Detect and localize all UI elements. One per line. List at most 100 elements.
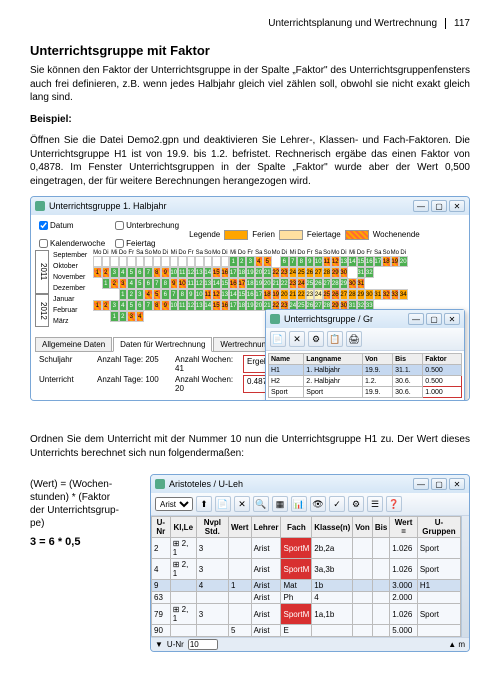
stat-wochen-v2: 20 [175, 384, 184, 393]
table-row[interactable]: 63AristPh42.000 [152, 592, 461, 604]
legend-ferien-swatch [224, 230, 248, 240]
footer-unr-input[interactable] [188, 639, 218, 650]
popup-min[interactable]: — [408, 313, 424, 325]
table-row[interactable]: 941AristMat1b3.000H1 [152, 580, 461, 592]
stat-tage-v1: 205 [145, 355, 158, 364]
tbl-tool-10[interactable]: ☰ [367, 496, 383, 512]
popup-tool-5[interactable]: 🖨 [346, 331, 362, 347]
month-label: März [51, 316, 91, 327]
month-label: Dezember [51, 283, 91, 294]
month-label: November [51, 272, 91, 283]
popup-row[interactable]: H11. Halbjahr19.9.31.1.0.500 [269, 365, 462, 376]
stat-tage-l: Anzahl Tage: [97, 355, 143, 364]
legend-label: Legende [189, 230, 220, 239]
page-number: 117 [445, 18, 470, 29]
year-2012: 2012 [35, 294, 49, 327]
example-paragraph: Öffnen Sie die Datei Demo2.gpn und deakt… [30, 134, 470, 188]
paragraph-3: Ordnen Sie dem Unterricht mit der Nummer… [30, 433, 470, 460]
stat-schuljahr: Schuljahr [39, 355, 89, 373]
tbl-tool-5[interactable]: ▦ [272, 496, 288, 512]
tab-wertrechnung[interactable]: Daten für Wertrechnung [113, 337, 212, 352]
table-row[interactable]: 905AristE5.000 [152, 625, 461, 637]
section-heading: Unterrichtsgruppe mit Faktor [30, 43, 470, 58]
data-table[interactable]: U-NrKl,LeNvpl Std.WertLehrerFachKlasse(n… [151, 516, 461, 637]
formula-2: stunden) * (Faktor [30, 491, 140, 504]
tbl-tool-9[interactable]: ⚙ [348, 496, 364, 512]
unterrichtsgruppe-popup: Unterrichtsgruppe / Gr — ▢ ✕ 📄 ✕ ⚙ 📋 🖨 N… [265, 309, 465, 401]
tbl-icon [155, 479, 165, 489]
tbl-tool-6[interactable]: 📊 [291, 496, 307, 512]
window-title: Unterrichtsgruppe 1. Halbjahr [49, 201, 167, 211]
popup-row[interactable]: H22. Halbjahr1.2.30.6.0.500 [269, 376, 462, 387]
minimize-button[interactable]: — [413, 200, 429, 212]
kw-checkbox[interactable]: Kalenderwoche [39, 239, 105, 248]
tbl-close[interactable]: ✕ [449, 478, 465, 490]
legend-we: Wochenende [373, 230, 420, 239]
stat-tage-v2: 100 [145, 375, 158, 384]
vertical-scrollbar[interactable] [461, 516, 469, 637]
popup-tool-4[interactable]: 📋 [327, 331, 343, 347]
tbl-tool-7[interactable]: 👁 [310, 496, 326, 512]
table-window: Aristoteles / U-Leh — ▢ ✕ Arist ⬆ 📄 ✕ 🔍 … [150, 474, 470, 652]
stat-wochen-l: Anzahl Wochen: [175, 355, 233, 364]
tbl-tool-4[interactable]: 🔍 [253, 496, 269, 512]
month-label: Februar [51, 305, 91, 316]
app-icon [35, 201, 45, 211]
tbl-title: Aristoteles / U-Leh [169, 479, 243, 489]
formula-1: (Wert) = (Wochen- [30, 478, 140, 491]
formula-4: pe) [30, 517, 140, 530]
tab-allgemein[interactable]: Allgemeine Daten [35, 337, 112, 351]
uebertragen-button[interactable]: Übertragen [374, 400, 417, 401]
formula-result: 3 = 6 * 0,5 [30, 536, 140, 548]
tbl-tool-11[interactable]: ❓ [386, 496, 402, 512]
datum-checkbox[interactable]: Datum [39, 221, 105, 230]
year-2011: 2011 [35, 250, 49, 294]
legend-ferien: Ferien [252, 230, 275, 239]
table-row[interactable]: 79⊞ 2, 13AristSportM1a,1b1.026Sport [152, 604, 461, 625]
unterbrechung-checkbox[interactable]: Unterbrechung [115, 221, 179, 230]
tbl-max[interactable]: ▢ [431, 478, 447, 490]
close-button[interactable]: ✕ [449, 200, 465, 212]
popup-icon [270, 314, 280, 324]
stat-wochen-l2: Anzahl Wochen: [175, 375, 233, 384]
tbl-tool-8[interactable]: ✓ [329, 496, 345, 512]
formula-3: der Unterrichtsgrup- [30, 504, 140, 517]
stat-unterricht: Unterricht [39, 375, 89, 393]
footer-counter: ▲ m [448, 640, 465, 649]
popup-tool-3[interactable]: ⚙ [308, 331, 324, 347]
footer-unr-label: U-Nr [167, 640, 184, 649]
legend-we-swatch [345, 230, 369, 240]
tbl-tool-1[interactable]: ⬆ [196, 496, 212, 512]
popup-max[interactable]: ▢ [426, 313, 442, 325]
kw-label: Kalenderwoche [50, 239, 105, 248]
titlebar[interactable]: Unterrichtsgruppe 1. Halbjahr — ▢ ✕ [31, 197, 469, 215]
unterbrechung-label: Unterbrechung [126, 221, 179, 230]
feiertag-checkbox[interactable]: Feiertag [115, 239, 179, 248]
popup-tool-2[interactable]: ✕ [289, 331, 305, 347]
example-label: Beispiel: [30, 113, 470, 127]
popup-row[interactable]: SportSport19.9.30.6.1.000 [269, 387, 462, 398]
legend-feiertage: Feiertage [307, 230, 341, 239]
tbl-tool-2[interactable]: 📄 [215, 496, 231, 512]
table-row[interactable]: 4⊞ 2, 13AristSportM3a,3b1.026Sport [152, 559, 461, 580]
popup-title: Unterrichtsgruppe / Gr [284, 314, 373, 324]
tbl-dropdown[interactable]: Arist [155, 497, 193, 511]
legend-feiertage-swatch [279, 230, 303, 240]
stat-wochen-v1: 41 [175, 364, 184, 373]
maximize-button[interactable]: ▢ [431, 200, 447, 212]
month-label: Oktober [51, 261, 91, 272]
stat-tage-l2: Anzahl Tage: [97, 375, 143, 384]
anrechnen-button[interactable]: Anrechnen [420, 400, 462, 401]
datum-label: Datum [50, 221, 74, 230]
tbl-min[interactable]: — [413, 478, 429, 490]
tbl-tool-3[interactable]: ✕ [234, 496, 250, 512]
header-title: Unterrichtsplanung und Wertrechnung [268, 18, 437, 29]
popup-tool-1[interactable]: 📄 [270, 331, 286, 347]
popup-close[interactable]: ✕ [444, 313, 460, 325]
feiertag-label: Feiertag [126, 239, 155, 248]
month-label: Januar [51, 294, 91, 305]
table-row[interactable]: 2⊞ 2, 13AristSportM2b,2a1.026Sport [152, 538, 461, 559]
month-label: September [51, 250, 91, 261]
calendar-window: Unterrichtsgruppe 1. Halbjahr — ▢ ✕ Datu… [30, 196, 470, 401]
intro-paragraph: Sie können den Faktor der Unterrichtsgru… [30, 64, 470, 105]
